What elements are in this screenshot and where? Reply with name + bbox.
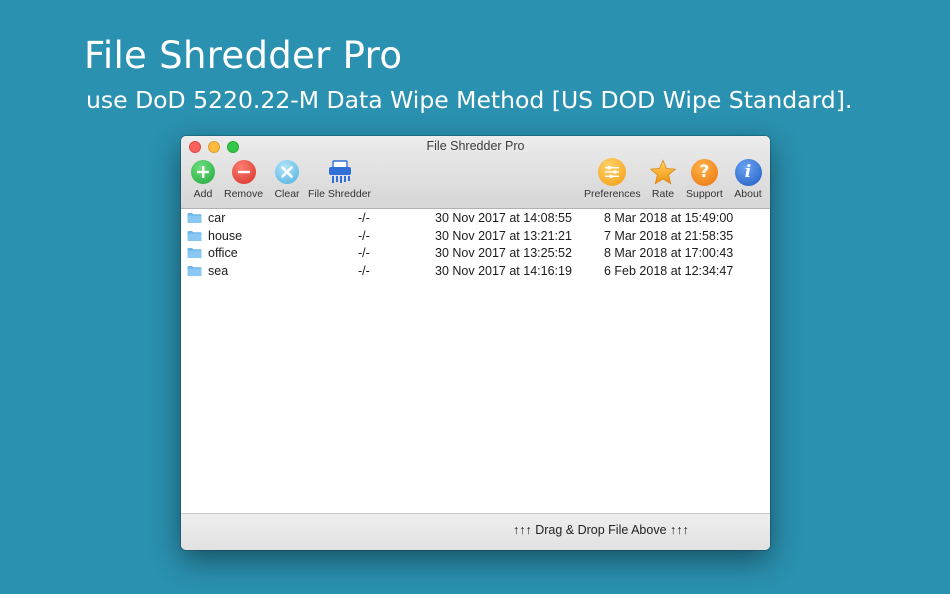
file-row[interactable]: office -/- 30 Nov 2017 at 13:25:52 8 Mar… — [181, 245, 770, 263]
clear-button[interactable]: Clear — [273, 158, 301, 200]
file-created-date: 30 Nov 2017 at 13:25:52 — [435, 246, 572, 260]
drag-drop-hint: ↑↑↑ Drag & Drop File Above ↑↑↑ — [513, 523, 689, 537]
file-size: -/- — [358, 246, 370, 260]
shredder-icon — [328, 160, 351, 183]
folder-icon — [187, 248, 202, 258]
star-icon — [649, 158, 677, 184]
file-shredder-label: File Shredder — [308, 188, 372, 200]
folder-icon — [187, 231, 202, 241]
preferences-label: Preferences — [584, 188, 641, 200]
remove-button[interactable]: Remove — [224, 158, 263, 200]
file-row[interactable]: car -/- 30 Nov 2017 at 14:08:55 8 Mar 20… — [181, 210, 770, 228]
preferences-button[interactable]: Preferences — [584, 158, 641, 200]
app-window: File Shredder Pro Add Remove Clear File … — [181, 136, 770, 550]
about-button[interactable]: i About — [734, 158, 762, 200]
rate-button[interactable]: Rate — [649, 158, 677, 200]
file-modified-date: 7 Mar 2018 at 21:58:35 — [604, 229, 734, 243]
minus-circle-icon — [231, 160, 256, 184]
file-name: sea — [208, 264, 229, 278]
hero-subtitle: use DoD 5220.22-M Data Wipe Method [US D… — [86, 86, 853, 114]
drop-zone-footer[interactable]: ↑↑↑ Drag & Drop File Above ↑↑↑ — [181, 513, 770, 550]
window-toolbar: File Shredder Pro Add Remove Clear File … — [181, 136, 770, 209]
window-title: File Shredder Pro — [426, 139, 525, 153]
file-created-date: 30 Nov 2017 at 13:21:21 — [435, 229, 572, 243]
file-created-date: 30 Nov 2017 at 14:08:55 — [435, 211, 572, 225]
add-label: Add — [193, 188, 213, 200]
clear-label: Clear — [274, 188, 300, 200]
file-size: -/- — [358, 264, 370, 278]
file-list[interactable]: car -/- 30 Nov 2017 at 14:08:55 8 Mar 20… — [181, 209, 770, 513]
question-icon: ? — [690, 158, 718, 186]
folder-icon — [187, 266, 202, 276]
file-shredder-button[interactable]: File Shredder — [308, 158, 371, 200]
file-name: car — [208, 211, 226, 225]
file-row[interactable]: sea -/- 30 Nov 2017 at 14:16:19 6 Feb 20… — [181, 263, 770, 281]
rate-label: Rate — [651, 188, 675, 200]
info-icon: i — [734, 158, 762, 186]
x-circle-icon — [275, 160, 299, 184]
folder-icon — [187, 213, 202, 223]
file-modified-date: 6 Feb 2018 at 12:34:47 — [604, 264, 734, 278]
file-name: house — [208, 229, 243, 243]
file-name: office — [208, 246, 238, 260]
remove-label: Remove — [224, 188, 264, 200]
file-created-date: 30 Nov 2017 at 14:16:19 — [435, 264, 572, 278]
support-label: Support — [686, 188, 723, 200]
sliders-icon — [598, 158, 627, 186]
file-modified-date: 8 Mar 2018 at 15:49:00 — [604, 211, 734, 225]
plus-circle-icon — [191, 160, 215, 184]
file-modified-date: 8 Mar 2018 at 17:00:43 — [604, 246, 734, 260]
file-size: -/- — [358, 211, 370, 225]
add-button[interactable]: Add — [189, 158, 217, 200]
about-label: About — [734, 188, 762, 200]
hero-title: File Shredder Pro — [84, 34, 403, 77]
file-row[interactable]: house -/- 30 Nov 2017 at 13:21:21 7 Mar … — [181, 228, 770, 246]
file-size: -/- — [358, 229, 370, 243]
support-button[interactable]: ? Support — [686, 158, 723, 200]
